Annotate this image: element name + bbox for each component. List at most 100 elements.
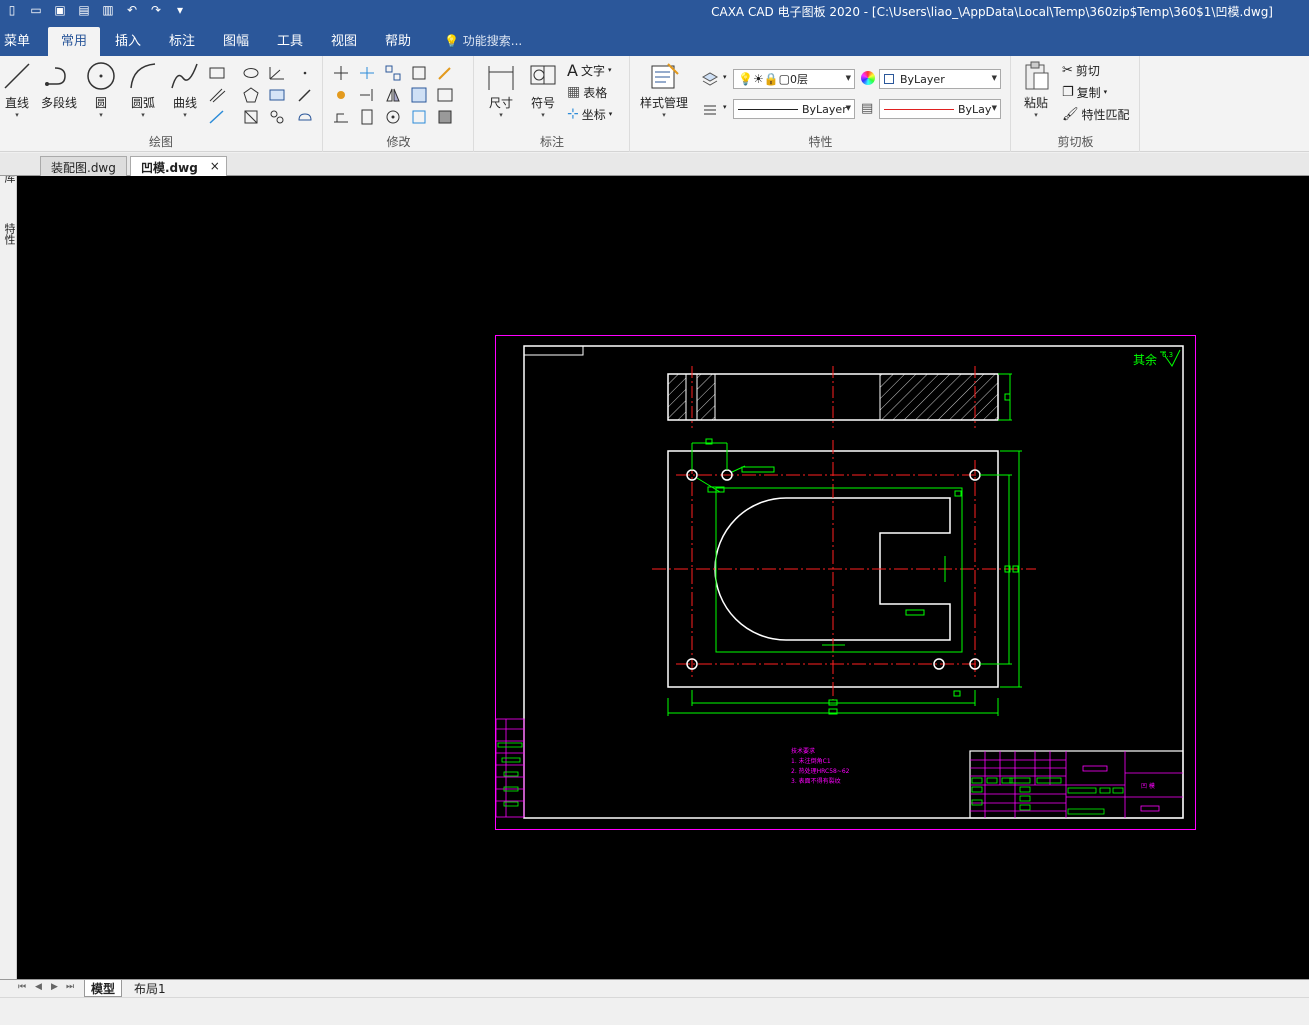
doc-tab-assembly[interactable]: 装配图.dwg xyxy=(40,156,127,176)
ellipse-icon[interactable] xyxy=(242,64,260,82)
color-dropdown[interactable]: ByLayer ▼ xyxy=(879,69,1001,89)
coordinate-button[interactable]: ⊹ 坐标 ▾ xyxy=(567,104,612,124)
polyline-icon xyxy=(45,67,66,86)
layout-tab-model[interactable]: 模型 xyxy=(84,980,123,997)
dimension-icon xyxy=(488,66,514,90)
polyline-button[interactable]: 多段线 xyxy=(38,60,80,111)
symbol-button[interactable]: 符号 ▾ xyxy=(523,60,563,119)
first-layout-icon[interactable]: ⏮ xyxy=(18,982,26,992)
layout-tab-layout1[interactable]: 布局1 xyxy=(128,980,172,997)
mirror-icon[interactable] xyxy=(384,86,402,104)
quick-access-toolbar: ▯ ▭ ▣ ▤ ▥ ↶ ↷ ▾ xyxy=(2,1,190,19)
cut-button[interactable]: ✂ 剪切 xyxy=(1062,60,1100,80)
tab-home[interactable]: 常用 xyxy=(48,27,101,56)
tab-sheet[interactable]: 图幅 xyxy=(223,30,249,49)
prev-layout-icon[interactable]: ◀ xyxy=(35,982,42,992)
rotate-icon[interactable] xyxy=(384,108,402,126)
arc-button[interactable]: 圆弧 ▾ xyxy=(123,60,163,119)
color-wheel-icon[interactable] xyxy=(861,71,875,85)
ribbon-panel: 直线 ▾ 多段线 圆 ▾ 圆弧 ▾ 曲线 ▾ 绘图 修改 尺寸 ▾ 符号 ▾ A… xyxy=(0,56,1309,152)
redo-icon[interactable]: ↷ xyxy=(146,1,166,19)
layer-value: 0层 xyxy=(789,73,808,86)
cad-drawing: 其余 6.3 技术要求 1. 未注倒角C1 2. 热处理HRC58~62 3. … xyxy=(495,335,1196,830)
copy-object-icon[interactable] xyxy=(332,86,350,104)
tab-view[interactable]: 视图 xyxy=(331,30,357,49)
customize-icon[interactable]: ▾ xyxy=(170,1,190,19)
center-line-icon[interactable] xyxy=(208,108,226,126)
move-icon[interactable] xyxy=(332,64,350,82)
next-layout-icon[interactable]: ▶ xyxy=(51,982,58,992)
paste-button[interactable]: 粘贴 ▾ xyxy=(1016,60,1056,119)
rectangle-icon[interactable] xyxy=(208,64,226,82)
print-icon[interactable]: ▥ xyxy=(98,1,118,19)
layer-dropdown[interactable]: 💡☀🔒▢ 0层 ▼ xyxy=(733,69,855,89)
polygon-icon[interactable] xyxy=(242,86,260,104)
trim-icon[interactable] xyxy=(358,64,376,82)
cloud-icon[interactable] xyxy=(296,108,314,126)
color-swatch xyxy=(884,74,894,84)
fillet-icon[interactable] xyxy=(410,108,428,126)
lineweight-dropdown[interactable]: ByLay ▼ xyxy=(879,99,1001,119)
doc-tab-die-label: 凹模.dwg xyxy=(141,161,198,175)
erase-icon[interactable] xyxy=(436,108,454,126)
point-icon[interactable] xyxy=(296,64,314,82)
extend-icon[interactable] xyxy=(358,86,376,104)
parallel-line-icon[interactable] xyxy=(208,86,226,104)
last-layout-icon[interactable]: ⏭ xyxy=(66,982,74,992)
layer-list-icon[interactable] xyxy=(701,100,719,118)
tab-help[interactable]: 帮助 xyxy=(385,30,411,49)
hatch-icon[interactable] xyxy=(268,86,286,104)
search-placeholder: 功能搜索... xyxy=(462,34,523,48)
pen-edit-icon[interactable] xyxy=(436,64,454,82)
offset-icon[interactable] xyxy=(410,64,428,82)
svg-text:技术要求: 技术要求 xyxy=(791,747,815,755)
open-folder-icon[interactable]: ▭ xyxy=(26,1,46,19)
break-icon[interactable] xyxy=(436,86,454,104)
arc-icon xyxy=(130,63,156,89)
table-button[interactable]: ▦ 表格 xyxy=(567,82,607,102)
status-bar xyxy=(0,997,1309,1025)
group-draw-label: 绘图 xyxy=(148,135,173,149)
scale-icon[interactable] xyxy=(410,86,428,104)
group-annotate-label: 标注 xyxy=(539,135,564,149)
line-button[interactable]: 直线 ▾ xyxy=(0,60,37,119)
style-manager-button[interactable]: 样式管理 ▾ xyxy=(637,60,691,119)
close-icon[interactable]: × xyxy=(210,159,220,173)
dimension-button[interactable]: 尺寸 ▾ xyxy=(481,60,521,119)
chamfer-icon[interactable] xyxy=(268,108,286,126)
circle-button[interactable]: 圆 ▾ xyxy=(81,60,121,119)
new-file-icon[interactable]: ▯ xyxy=(2,1,22,19)
angle-line-icon[interactable] xyxy=(268,64,286,82)
lineweight-icon[interactable]: ▤ xyxy=(861,101,873,116)
tab-menu[interactable]: 菜单 xyxy=(4,30,30,49)
coordinate-label: 坐标 xyxy=(581,107,606,122)
color-value: ByLayer xyxy=(900,72,945,86)
tab-annotate[interactable]: 标注 xyxy=(169,30,195,49)
ribbon-tab-bar: 菜单 常用 插入 标注 图幅 工具 视图 帮助 💡 功能搜索... xyxy=(0,22,1309,56)
function-search[interactable]: 💡 功能搜索... xyxy=(444,32,522,49)
curve-label: 曲线 xyxy=(172,96,197,110)
linetype-dropdown[interactable]: ByLayer ▼ xyxy=(733,99,855,119)
drawing-canvas[interactable]: 其余 6.3 技术要求 1. 未注倒角C1 2. 热处理HRC58~62 3. … xyxy=(17,176,1309,979)
sheet-outer-frame xyxy=(495,335,1196,830)
copy-button[interactable]: ❐ 复制 ▾ xyxy=(1062,82,1107,102)
tab-tools[interactable]: 工具 xyxy=(277,30,303,49)
pointer-icon[interactable] xyxy=(296,86,314,104)
symbol-icon xyxy=(530,65,556,85)
save-as-icon[interactable]: ▤ xyxy=(74,1,94,19)
curve-button[interactable]: 曲线 ▾ xyxy=(165,60,205,119)
match-properties-button[interactable]: 🖌 特性匹配 xyxy=(1062,104,1130,124)
text-button[interactable]: A 文字 ▾ xyxy=(567,60,611,80)
save-icon[interactable]: ▣ xyxy=(50,1,70,19)
group-properties: 样式管理 ▾ ▾ ▾ 💡☀🔒▢ 0层 ▼ ByLayer ▼ ByLayer ▼… xyxy=(631,56,1011,152)
doc-tab-die[interactable]: 凹模.dwg × xyxy=(130,156,227,176)
stretch-icon[interactable] xyxy=(332,108,350,126)
layer-manager-icon[interactable] xyxy=(701,70,719,88)
tab-insert[interactable]: 插入 xyxy=(115,30,141,49)
block-icon[interactable] xyxy=(242,108,260,126)
properties-panel-tab[interactable]: 特性 xyxy=(1,223,16,245)
window-title: CAXA CAD 电子图板 2020 - [C:\Users\liao_\App… xyxy=(711,5,1273,19)
undo-icon[interactable]: ↶ xyxy=(122,1,142,19)
array-icon[interactable] xyxy=(384,64,402,82)
explode-icon[interactable] xyxy=(358,108,376,126)
